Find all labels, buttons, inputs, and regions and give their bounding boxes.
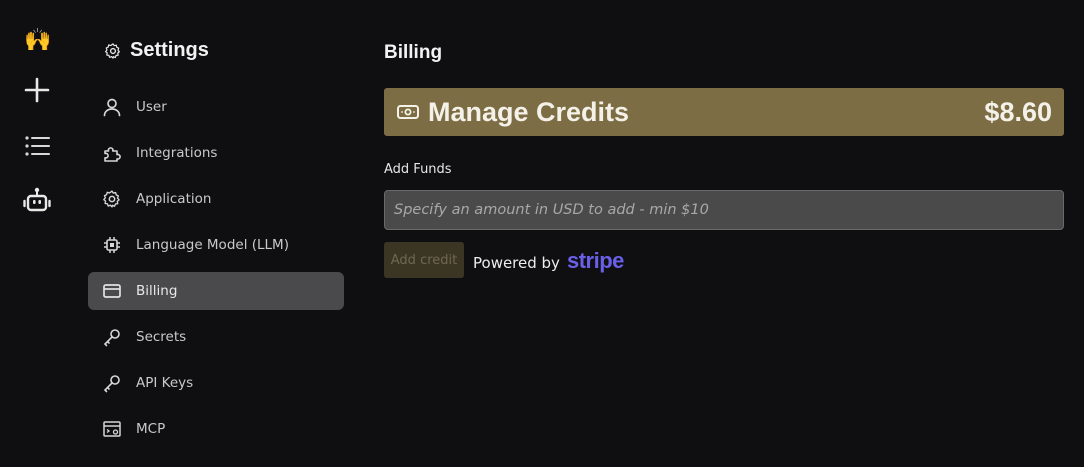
settings-title: Settings [130,39,209,61]
list-icon [25,136,50,156]
chip-icon [102,235,122,255]
sidebar-item-application[interactable]: Application [88,180,344,218]
sidebar-item-label: Integrations [136,145,218,161]
powered-by-stripe: Powered by stripe [473,248,624,274]
sidebar-item-user[interactable]: User [88,88,344,126]
gear-icon [104,42,120,59]
plus-icon [24,77,50,103]
powered-by-text: Powered by [473,254,560,272]
add-funds-label: Add Funds [384,162,452,177]
user-icon [102,97,122,117]
credits-heading: Manage Credits [396,97,629,128]
sidebar-item-label: User [136,99,167,115]
page-title: Billing [384,42,443,63]
raised-hands-logo-icon[interactable]: 🙌 [16,20,58,60]
banknote-icon [397,105,419,119]
sidebar-item-billing[interactable]: Billing [88,272,344,310]
sidebar-item-label: Language Model (LLM) [136,237,289,253]
billing-panel: Billing Manage Credits $8.60 Add Funds A… [384,0,1064,467]
new-chat-button[interactable] [16,70,58,110]
stripe-logo: stripe [566,248,624,273]
amount-input[interactable] [384,190,1064,230]
sidebar-item-label: MCP [136,421,166,437]
bot-icon [23,187,51,212]
add-credit-button[interactable]: Add credit [384,242,464,278]
icon-rail: 🙌 [0,0,74,467]
settings-sidebar: Settings User Integrations Application L [88,0,344,467]
app: 🙌 Settings User Integrations Application… [0,0,1084,467]
server-gear-icon [102,419,122,439]
credit-card-icon [102,281,122,301]
sidebar-item-integrations[interactable]: Integrations [88,134,344,172]
credits-balance: $8.60 [984,96,1052,127]
sidebar-item-label: API Keys [136,375,194,391]
manage-credits-banner: Manage Credits $8.60 [384,88,1064,136]
gear-icon [102,189,122,209]
sidebar-item-label: Billing [136,283,178,299]
key-icon [102,373,122,393]
key-icon [102,327,122,347]
chat-list-button[interactable] [16,126,58,166]
sidebar-item-secrets[interactable]: Secrets [88,318,344,356]
puzzle-icon [102,143,122,163]
sidebar-item-label: Application [136,191,212,207]
sidebar-item-language-model[interactable]: Language Model (LLM) [88,226,344,264]
settings-heading: Settings [104,39,209,62]
sidebar-item-api-keys[interactable]: API Keys [88,364,344,402]
sidebar-item-label: Secrets [136,329,187,345]
credits-title: Manage Credits [428,96,630,127]
sidebar-item-mcp[interactable]: MCP [88,410,344,448]
agents-button[interactable] [16,180,58,220]
logo-glyph: 🙌 [24,27,51,53]
